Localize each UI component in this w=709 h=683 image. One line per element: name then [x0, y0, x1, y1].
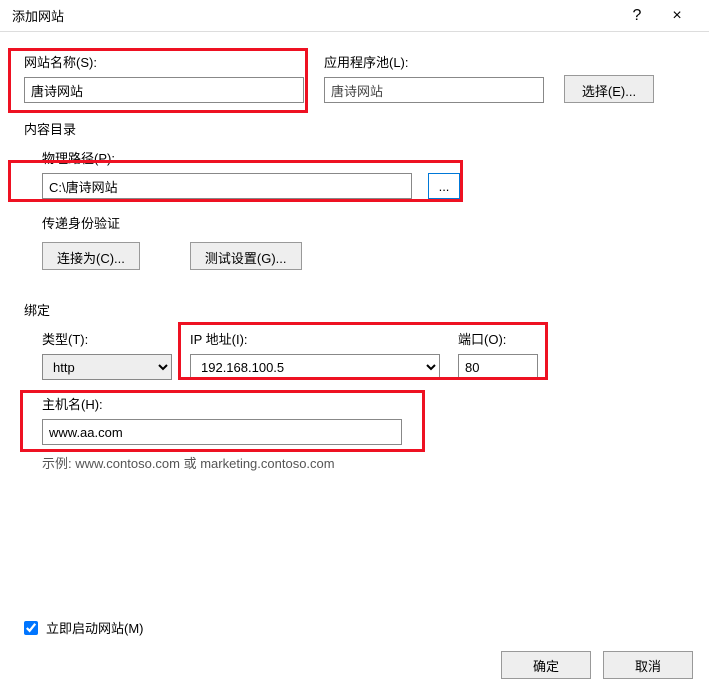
start-now-checkbox[interactable] [24, 621, 38, 635]
app-pool-label: 应用程序池(L): [324, 52, 544, 71]
ip-select[interactable]: 192.168.100.5 [190, 354, 440, 380]
physical-path-input[interactable] [42, 173, 412, 199]
test-settings-button[interactable]: 测试设置(G)... [190, 242, 302, 270]
physical-path-label: 物理路径(P): [42, 148, 685, 167]
type-label: 类型(T): [42, 329, 172, 348]
help-button[interactable]: ? [617, 7, 657, 25]
port-input[interactable] [458, 354, 538, 380]
host-label: 主机名(H): [42, 394, 402, 413]
cancel-button[interactable]: 取消 [603, 651, 693, 679]
auth-title: 传递身份验证 [42, 213, 685, 232]
type-select[interactable]: http [42, 354, 172, 380]
connect-as-button[interactable]: 连接为(C)... [42, 242, 140, 270]
content-dir-title: 内容目录 [24, 119, 685, 138]
browse-button[interactable]: ... [428, 173, 460, 199]
port-label: 端口(O): [458, 329, 538, 348]
titlebar: 添加网站 ? × [0, 0, 709, 32]
site-name-input[interactable] [24, 77, 304, 103]
host-input[interactable] [42, 419, 402, 445]
dialog-title: 添加网站 [12, 6, 617, 25]
binding-title: 绑定 [24, 300, 685, 319]
start-now-label: 立即启动网站(M) [46, 618, 144, 637]
ok-button[interactable]: 确定 [501, 651, 591, 679]
host-example: 示例: www.contoso.com 或 marketing.contoso.… [42, 453, 685, 472]
ip-label: IP 地址(I): [190, 329, 440, 348]
site-name-label: 网站名称(S): [24, 52, 304, 71]
app-pool-field [324, 77, 544, 103]
select-app-pool-button[interactable]: 选择(E)... [564, 75, 654, 103]
close-button[interactable]: × [657, 7, 697, 25]
